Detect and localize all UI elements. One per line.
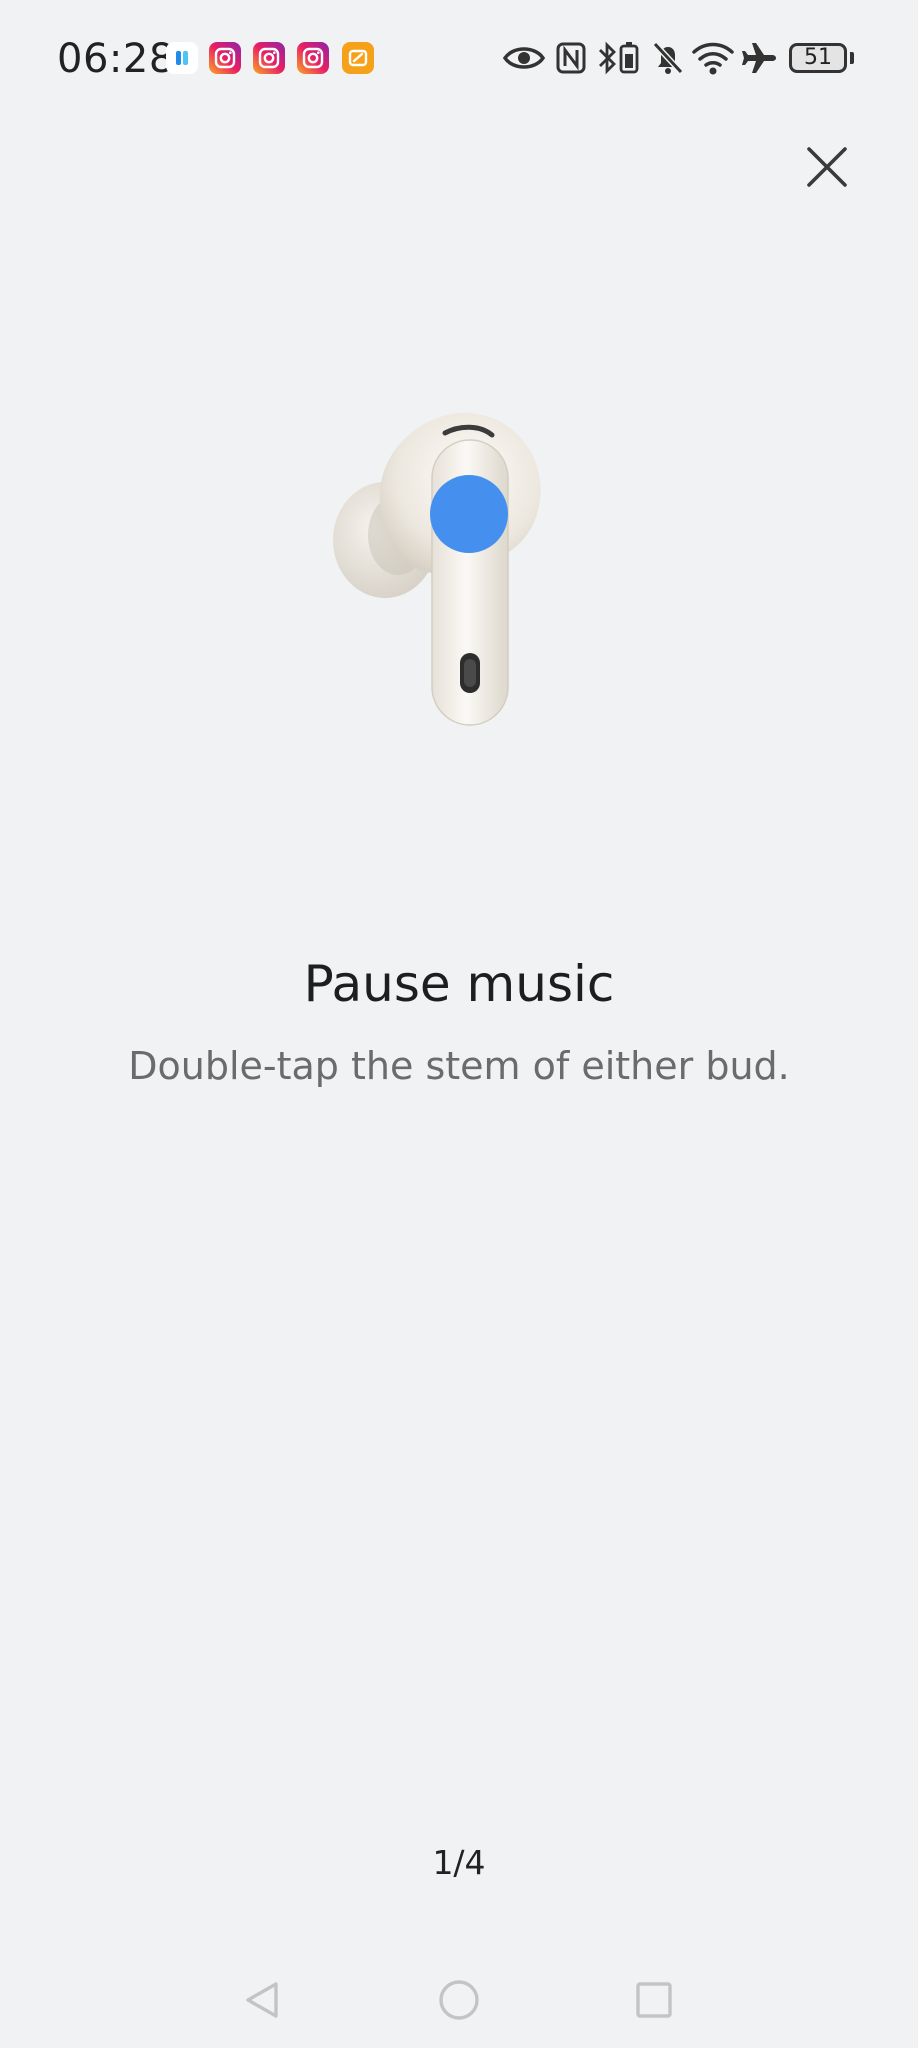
nav-back-button[interactable]	[232, 1970, 292, 2030]
close-icon	[807, 147, 847, 187]
eye-icon	[503, 47, 545, 69]
tip-description: Double-tap the stem of either bud.	[128, 1044, 790, 1088]
recents-icon	[636, 1982, 672, 2018]
wifi-icon	[692, 42, 734, 75]
status-time: 06:28	[57, 36, 175, 82]
instagram-icon	[209, 42, 241, 74]
battery-icon: 51	[789, 43, 847, 73]
status-bar: 06:28 51	[0, 0, 918, 120]
back-icon	[246, 1982, 278, 2018]
tip-title: Pause music	[303, 955, 615, 1013]
earbud-illustration	[320, 395, 570, 740]
earbud-image	[333, 412, 541, 726]
instagram-icon	[297, 42, 329, 74]
home-icon	[439, 1980, 479, 2020]
battery-tip	[850, 52, 854, 64]
orange-app-icon	[342, 42, 374, 74]
bluetooth-battery-icon	[599, 41, 639, 75]
nfc-icon	[556, 42, 586, 74]
instagram-icon	[253, 42, 285, 74]
tap-indicator	[430, 475, 508, 553]
airplane-icon	[742, 43, 776, 73]
app-blue-icon	[166, 42, 198, 74]
close-button[interactable]	[796, 136, 858, 198]
nav-recents-button[interactable]	[624, 1970, 684, 2030]
page-indicator: 1/4	[432, 1843, 486, 1882]
onboarding-screen: 06:28 51 Pause music Double-tap the stem…	[0, 0, 918, 2048]
mute-icon	[652, 41, 684, 75]
nav-home-button[interactable]	[429, 1970, 489, 2030]
